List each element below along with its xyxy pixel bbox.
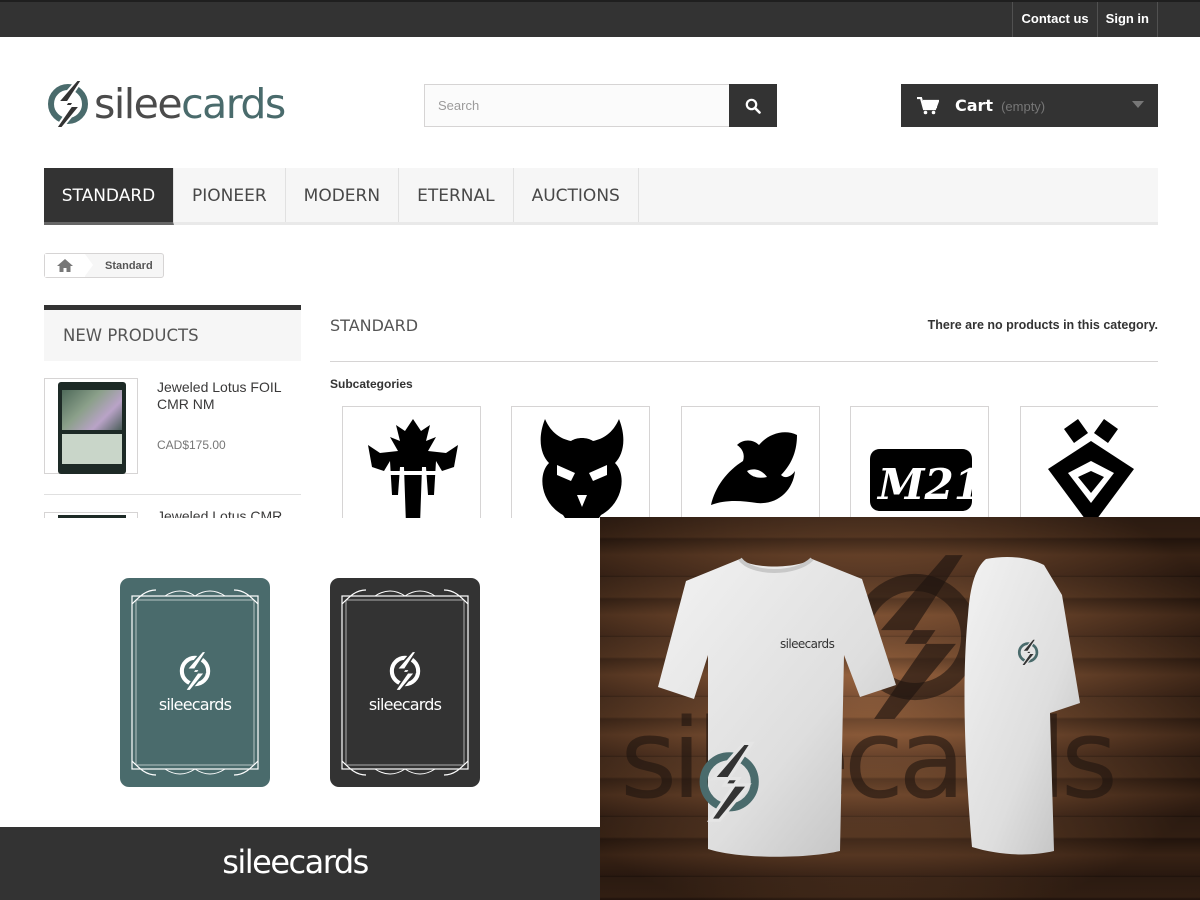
card-image: [58, 515, 126, 518]
subcategory-item[interactable]: [511, 406, 650, 518]
card-text-box: [62, 434, 122, 464]
tshirt-side: [964, 557, 1080, 855]
tab-eternal[interactable]: ETERNAL: [399, 168, 514, 222]
divider: [330, 361, 1158, 362]
shopping-cart-icon: [917, 96, 939, 114]
card-back-teal: sileecards: [120, 578, 270, 787]
search-icon: [745, 98, 761, 114]
cart-status: (empty): [1001, 99, 1046, 114]
tab-standard[interactable]: STANDARD: [44, 168, 174, 225]
product-thumbnail[interactable]: [44, 378, 138, 474]
site-logo[interactable]: sileecards: [46, 76, 286, 132]
sign-in-link[interactable]: Sign in: [1096, 2, 1158, 37]
empty-category-message: There are no products in this category.: [927, 318, 1158, 332]
subcategory-item[interactable]: [681, 406, 820, 518]
logo-mark-icon: [330, 648, 480, 699]
divider: [44, 494, 301, 495]
logo-wordmark: sileecards: [94, 76, 286, 132]
logo-mark-icon: [120, 648, 270, 699]
tab-pioneer[interactable]: PIONEER: [174, 168, 286, 222]
card-back-wordmark: sileecards: [158, 695, 232, 714]
subcategory-item[interactable]: M21: [850, 406, 989, 518]
set-symbol-icon-2: [540, 419, 624, 518]
card-back-wordmark: sileecards: [368, 695, 442, 714]
product-name[interactable]: Jeweled Lotus FOIL CMR NM: [157, 379, 297, 413]
m21-label: M21: [876, 460, 976, 509]
tab-modern[interactable]: MODERN: [286, 168, 400, 222]
m21-set-icon: M21: [870, 449, 976, 511]
top-links: Contact us Sign in: [1012, 2, 1158, 37]
breadcrumb: Standard: [44, 253, 164, 278]
cart-label: Cart: [955, 96, 994, 115]
card-art: [62, 390, 122, 430]
product-name-text: Jeweled Lotus CMR: [157, 509, 283, 518]
cart-button[interactable]: Cart (empty): [901, 84, 1158, 127]
top-bar: Contact us Sign in: [0, 0, 1200, 37]
subcategories-heading: Subcategories: [330, 377, 413, 391]
set-symbol-icon-3: [711, 432, 797, 505]
product-name[interactable]: Jeweled Lotus CMR: [157, 509, 297, 518]
tab-auctions[interactable]: AUCTIONS: [514, 168, 639, 222]
card-image: [58, 382, 126, 474]
breadcrumb-current: Standard: [105, 259, 153, 272]
new-products-heading[interactable]: NEW PRODUCTS: [44, 305, 301, 361]
set-symbol-icon-5: [1048, 419, 1134, 518]
logo-mark-icon: [48, 79, 88, 129]
footer-wordmark: sileecards: [222, 843, 369, 881]
tshirt-mockup: sileecards sileecards: [600, 517, 1200, 900]
subcategory-grid: M21: [342, 406, 1158, 518]
footer-band: sileecards: [0, 827, 600, 900]
tshirt-wordmark: sileecards: [780, 637, 835, 651]
home-icon: [57, 259, 73, 272]
breadcrumb-home[interactable]: [45, 254, 93, 277]
set-symbol-icon-1: [368, 419, 458, 518]
contact-us-link[interactable]: Contact us: [1012, 2, 1096, 37]
logo-text-cards: cards: [181, 80, 286, 128]
category-title: STANDARD: [330, 316, 419, 335]
logo-text-silee: silee: [94, 80, 183, 128]
subcategory-item[interactable]: [342, 406, 481, 518]
main-menu: STANDARD PIONEER MODERN ETERNAL AUCTIONS: [44, 168, 1158, 225]
product-price: CAD$175.00: [157, 438, 226, 452]
card-back-dark: sileecards: [330, 578, 480, 787]
product-thumbnail[interactable]: [44, 512, 138, 518]
tshirt-front: [658, 557, 896, 857]
search-bar: [424, 84, 777, 127]
search-button[interactable]: [729, 84, 777, 127]
search-input[interactable]: [424, 84, 729, 127]
chevron-down-icon: [1132, 101, 1144, 108]
subcategory-item[interactable]: [1020, 406, 1158, 518]
